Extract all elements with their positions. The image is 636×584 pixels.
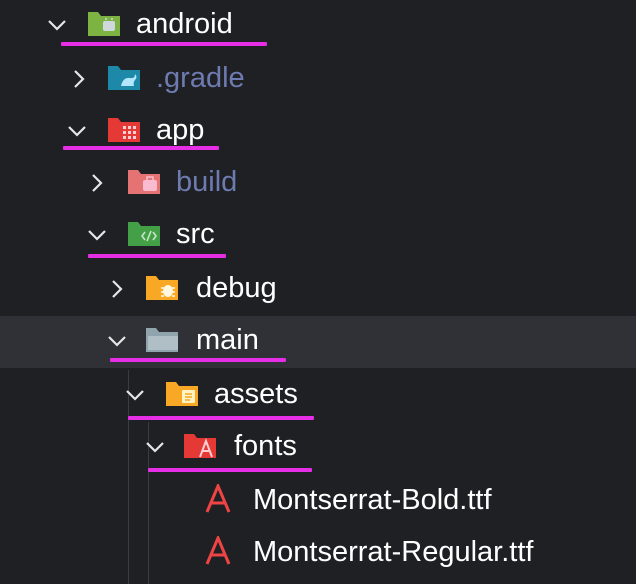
chevron-right-icon[interactable] xyxy=(106,278,128,300)
tree-item-montserrat-regular[interactable]: Montserrat-Regular.ttf xyxy=(0,528,636,580)
app-folder-icon xyxy=(106,114,142,144)
tree-item-label: Montserrat-Bold.ttf xyxy=(253,484,492,516)
tree-item-build[interactable]: build xyxy=(0,158,636,210)
tree-item-label: assets xyxy=(214,378,298,410)
tree-item-label: debug xyxy=(196,272,277,304)
chevron-down-icon[interactable] xyxy=(46,14,68,36)
highlight-underline xyxy=(128,416,314,420)
assets-folder-icon xyxy=(164,378,200,408)
chevron-down-icon[interactable] xyxy=(86,224,108,246)
highlight-underline xyxy=(61,42,267,46)
tree-item-label: main xyxy=(196,324,259,356)
tree-item-debug[interactable]: debug xyxy=(0,264,636,316)
font-file-icon xyxy=(200,484,236,514)
font-file-icon xyxy=(200,536,236,566)
tree-item-label: Montserrat-Regular.ttf xyxy=(253,536,534,568)
folder-icon xyxy=(144,324,180,354)
tree-item-label: .gradle xyxy=(156,62,245,94)
debug-folder-icon xyxy=(144,272,180,302)
tree-item-assets[interactable]: assets xyxy=(0,370,636,422)
build-folder-icon xyxy=(126,166,162,196)
tree-item-label: app xyxy=(156,114,205,146)
tree-item-label: src xyxy=(176,218,215,250)
chevron-down-icon[interactable] xyxy=(66,120,88,142)
highlight-underline xyxy=(148,468,312,472)
fonts-folder-icon xyxy=(182,430,218,460)
tree-item-app[interactable]: app xyxy=(0,106,636,158)
tree-item-label: build xyxy=(176,166,238,198)
tree-item-label: fonts xyxy=(234,430,297,462)
chevron-down-icon[interactable] xyxy=(124,384,146,406)
tree-item-montserrat-bold[interactable]: Montserrat-Bold.ttf xyxy=(0,476,636,528)
android-folder-icon xyxy=(86,8,122,38)
highlight-underline xyxy=(110,358,286,362)
chevron-right-icon[interactable] xyxy=(86,172,108,194)
tree-item-label: android xyxy=(136,8,233,40)
file-explorer-tree: android .gradle app build src debug main… xyxy=(0,0,636,584)
chevron-right-icon[interactable] xyxy=(68,68,90,90)
tree-item-gradle[interactable]: .gradle xyxy=(0,54,636,106)
src-folder-icon xyxy=(126,218,162,248)
highlight-underline xyxy=(88,254,226,258)
tree-item-fonts[interactable]: fonts xyxy=(0,422,636,474)
chevron-down-icon[interactable] xyxy=(144,436,166,458)
tree-item-main[interactable]: main xyxy=(0,316,636,368)
gradle-folder-icon xyxy=(106,62,142,92)
chevron-down-icon[interactable] xyxy=(106,330,128,352)
highlight-underline xyxy=(63,146,219,150)
